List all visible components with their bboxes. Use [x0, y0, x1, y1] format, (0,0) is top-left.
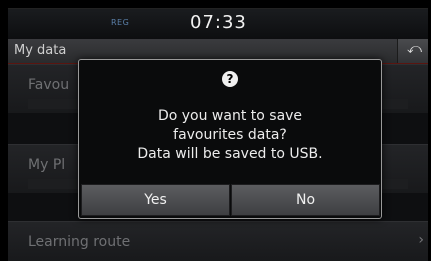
- status-bar: REG 07:33: [8, 9, 428, 39]
- back-arrow-icon: ⤺: [407, 41, 422, 57]
- yes-button[interactable]: Yes: [81, 184, 230, 216]
- nav-screen: REG 07:33 My data ⤺ Favou My Pl Learning…: [8, 8, 428, 261]
- region-indicator: REG: [111, 18, 130, 27]
- no-button[interactable]: No: [231, 184, 380, 216]
- clock: 07:33: [190, 12, 247, 33]
- chevron-right-icon: ›: [418, 232, 424, 248]
- list-item-label: Favou: [28, 77, 70, 93]
- list-item-learning-route[interactable]: Learning route ›: [8, 221, 428, 261]
- dialog-message-line-3: Data will be saved to USB.: [137, 146, 323, 162]
- back-button[interactable]: ⤺: [397, 39, 428, 63]
- question-icon: ?: [222, 71, 238, 87]
- save-confirm-dialog: ? Do you want to save favourites data? D…: [78, 59, 382, 219]
- list-item-label: My Pl: [28, 157, 66, 173]
- dialog-message-line-2: favourites data?: [173, 127, 287, 143]
- dialog-message-line-1: Do you want to save: [157, 108, 303, 124]
- list-item-label: Learning route: [28, 234, 131, 250]
- page-title: My data: [14, 43, 67, 58]
